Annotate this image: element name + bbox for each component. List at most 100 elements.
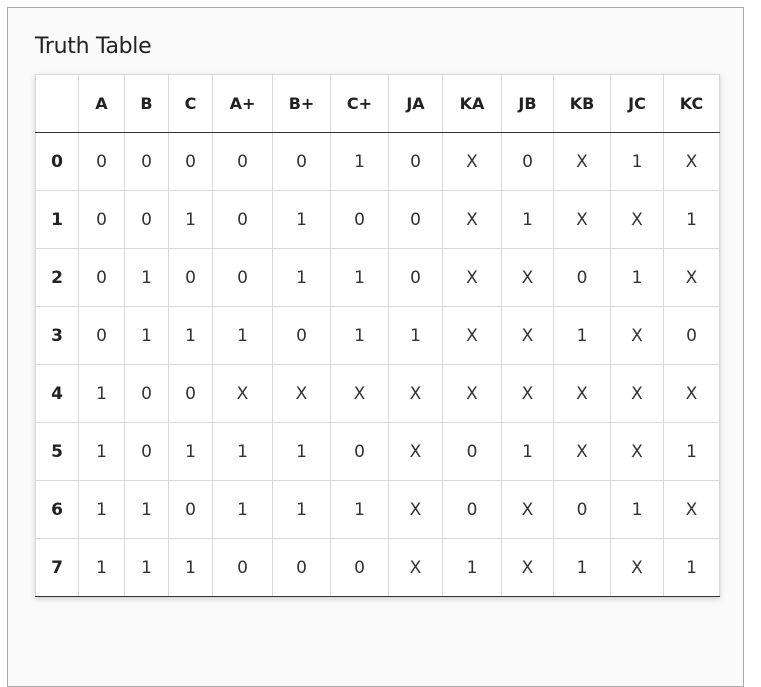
table-cell: X <box>442 306 502 365</box>
table-cell: 0 <box>442 480 502 539</box>
table-cell: X <box>501 480 554 539</box>
table-cell: 0 <box>212 538 273 597</box>
column-header: JA <box>388 74 443 133</box>
table-cell: 1 <box>501 422 554 481</box>
table-cell: 0 <box>168 248 213 307</box>
table-cell: X <box>388 422 443 481</box>
table-cell: 0 <box>124 422 169 481</box>
table-cell: X <box>553 190 611 249</box>
table-cell: 0 <box>272 132 331 191</box>
table-cell: 0 <box>501 132 554 191</box>
page-title: Truth Table <box>35 34 152 59</box>
table-cell: 1 <box>124 306 169 365</box>
row-index: 1 <box>35 190 79 249</box>
table-cell: X <box>442 132 502 191</box>
table-cell: X <box>272 364 331 423</box>
table-cell: 1 <box>272 190 331 249</box>
column-header: JC <box>610 74 664 133</box>
truth-table-panel: Truth Table A B C A+ B+ C+ JA KA JB KB J… <box>7 7 744 687</box>
table-cell: 1 <box>663 538 720 597</box>
table-cell: 0 <box>212 132 273 191</box>
table-cell: 0 <box>663 306 720 365</box>
table-cell: X <box>442 190 502 249</box>
table-cell: 0 <box>330 422 389 481</box>
table-cell: 1 <box>168 422 213 481</box>
column-header: A+ <box>212 74 273 133</box>
table-cell: X <box>330 364 389 423</box>
table-cell: X <box>553 422 611 481</box>
table-cell: X <box>212 364 273 423</box>
table-cell: 0 <box>78 306 125 365</box>
column-header: A <box>78 74 125 133</box>
table-cell: 1 <box>442 538 502 597</box>
table-cell: 0 <box>272 538 331 597</box>
row-index: 7 <box>35 538 79 597</box>
table-row: 00000010X0X1X <box>35 132 720 191</box>
table-cell: 1 <box>212 306 273 365</box>
column-header: B <box>124 74 169 133</box>
table-cell: 0 <box>78 132 125 191</box>
table-cell: 1 <box>610 248 664 307</box>
table-cell: 1 <box>553 538 611 597</box>
table-cell: 1 <box>78 538 125 597</box>
table-cell: 1 <box>663 190 720 249</box>
table-cell: 1 <box>330 306 389 365</box>
table-cell: 0 <box>330 538 389 597</box>
table-cell: X <box>501 306 554 365</box>
table-cell: X <box>501 364 554 423</box>
column-header <box>35 74 79 133</box>
column-header: KC <box>663 74 720 133</box>
table-cell: X <box>610 422 664 481</box>
table-cell: 1 <box>168 538 213 597</box>
table-cell: 0 <box>553 248 611 307</box>
table-cell: 1 <box>124 538 169 597</box>
table-cell: X <box>553 132 611 191</box>
table-body: 00000010X0X1X10010100X1XX120100110XX01X3… <box>35 132 720 597</box>
table-cell: 1 <box>78 364 125 423</box>
column-header: JB <box>501 74 554 133</box>
table-row: 6110111X0X01X <box>35 480 720 539</box>
table-cell: X <box>663 132 720 191</box>
column-header: B+ <box>272 74 331 133</box>
table-cell: 0 <box>388 248 443 307</box>
table-cell: 1 <box>272 422 331 481</box>
table-cell: X <box>442 248 502 307</box>
table-cell: 1 <box>272 480 331 539</box>
table-cell: 0 <box>272 306 331 365</box>
column-header: C <box>168 74 213 133</box>
table-cell: 1 <box>330 132 389 191</box>
column-header: C+ <box>330 74 389 133</box>
table-cell: 1 <box>501 190 554 249</box>
table-cell: 0 <box>168 364 213 423</box>
table-cell: 0 <box>124 190 169 249</box>
table-cell: 0 <box>168 480 213 539</box>
table-row: 7111000X1X1X1 <box>35 538 720 597</box>
table-cell: X <box>663 480 720 539</box>
table-cell: 0 <box>78 248 125 307</box>
table-cell: X <box>501 538 554 597</box>
table-row: 30111011XX1X0 <box>35 306 720 365</box>
table-cell: 0 <box>168 132 213 191</box>
table-cell: X <box>663 248 720 307</box>
table-header-row: A B C A+ B+ C+ JA KA JB KB JC KC <box>35 74 720 133</box>
table-cell: X <box>610 306 664 365</box>
table-cell: 0 <box>124 364 169 423</box>
table-cell: 0 <box>212 248 273 307</box>
table-cell: 0 <box>388 132 443 191</box>
table-cell: X <box>388 480 443 539</box>
table-cell: X <box>501 248 554 307</box>
table-cell: 0 <box>330 190 389 249</box>
row-index: 4 <box>35 364 79 423</box>
table-cell: 0 <box>553 480 611 539</box>
column-header: KA <box>442 74 502 133</box>
table-cell: 1 <box>330 248 389 307</box>
table-cell: 1 <box>610 480 664 539</box>
table-row: 5101110X01XX1 <box>35 422 720 481</box>
column-header: KB <box>553 74 611 133</box>
table-cell: X <box>553 364 611 423</box>
table-cell: 0 <box>442 422 502 481</box>
table-cell: 1 <box>553 306 611 365</box>
table-cell: X <box>610 364 664 423</box>
table-cell: X <box>610 538 664 597</box>
row-index: 0 <box>35 132 79 191</box>
